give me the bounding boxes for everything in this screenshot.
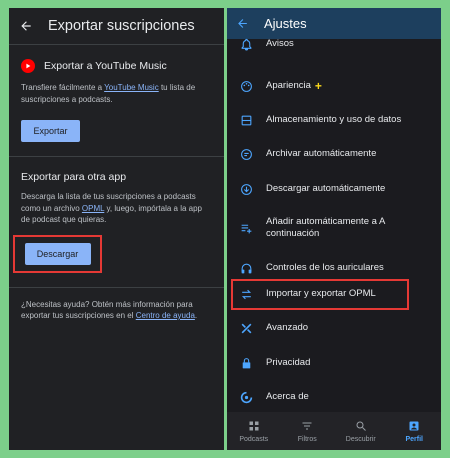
tools-icon — [239, 321, 253, 335]
swap-icon — [239, 287, 253, 301]
bell-icon — [239, 37, 253, 51]
youtube-music-icon — [21, 59, 35, 73]
settings-item-almacenamiento[interactable]: Almacenamiento y uso de datos — [227, 109, 441, 131]
back-arrow-icon[interactable] — [236, 17, 250, 31]
help-center-link[interactable]: Centro de ayuda — [136, 311, 195, 320]
settings-screen: Ajustes Avisos Apariencia + Almacenamien… — [227, 8, 441, 450]
youtube-export-title: Exportar a YouTube Music — [44, 60, 167, 72]
top-app-bar: Exportar suscripciones — [9, 8, 224, 44]
nav-filtros[interactable]: Filtros — [281, 412, 335, 450]
settings-item-anadir[interactable]: Añadir automáticamente a A continuación — [227, 211, 441, 245]
settings-item-avanzado[interactable]: Avanzado — [227, 317, 441, 339]
archive-icon — [239, 147, 253, 161]
info-icon — [239, 390, 253, 404]
settings-item-archivar[interactable]: Archivar automáticamente — [227, 143, 441, 165]
search-icon — [354, 420, 367, 433]
nav-podcasts[interactable]: Podcasts — [227, 412, 281, 450]
download-icon — [239, 182, 253, 196]
nav-descubrir[interactable]: Descubrir — [334, 412, 388, 450]
youtube-music-link[interactable]: YouTube Music — [104, 83, 159, 92]
settings-item-apariencia[interactable]: Apariencia + — [227, 75, 441, 97]
settings-list: Avisos Apariencia + Almacenamiento y uso… — [227, 38, 441, 412]
opml-link[interactable]: OPML — [82, 204, 104, 213]
export-subscriptions-screen: Exportar suscripciones Exportar a YouTub… — [9, 8, 224, 450]
palette-icon — [239, 79, 253, 93]
other-app-title: Exportar para otra app — [21, 171, 127, 183]
settings-item-acerca[interactable]: Acerca de — [227, 386, 441, 408]
lock-icon — [239, 356, 253, 370]
help-text: ¿Necesitas ayuda? Obtén más información … — [21, 299, 198, 321]
export-button[interactable]: Exportar — [21, 120, 80, 142]
youtube-export-section: Exportar a YouTube Music Transfiere fáci… — [9, 45, 224, 156]
playlist-add-icon — [239, 221, 253, 235]
back-arrow-icon[interactable] — [18, 18, 34, 34]
profile-icon — [408, 420, 421, 433]
download-highlight-box: Descargar — [13, 234, 102, 273]
plus-badge-icon: + — [314, 79, 322, 93]
settings-item-descargar[interactable]: Descargar automáticamente — [227, 178, 441, 200]
nav-perfil[interactable]: Perfil — [388, 412, 442, 450]
download-button[interactable]: Descargar — [24, 242, 91, 265]
filter-icon — [301, 420, 314, 433]
youtube-export-description: Transfiere fácilmente a YouTube Music tu… — [21, 83, 196, 104]
settings-item-opml[interactable]: Importar y exportar OPML — [227, 283, 441, 305]
page-title: Ajustes — [264, 16, 307, 31]
headphones-icon — [239, 261, 253, 275]
page-title: Exportar suscripciones — [48, 18, 195, 34]
settings-item-avisos[interactable]: Avisos — [227, 33, 441, 55]
other-app-export-section: Exportar para otra app Descarga la lista… — [9, 157, 224, 287]
storage-icon — [239, 113, 253, 127]
settings-item-privacidad[interactable]: Privacidad — [227, 352, 441, 374]
settings-item-auriculares[interactable]: Controles de los auriculares — [227, 257, 441, 279]
bottom-navigation: Podcasts Filtros Descubrir Perfil — [227, 412, 441, 450]
podcasts-icon — [247, 420, 260, 433]
other-app-description: Descarga la lista de tus suscripciones a… — [21, 192, 202, 224]
